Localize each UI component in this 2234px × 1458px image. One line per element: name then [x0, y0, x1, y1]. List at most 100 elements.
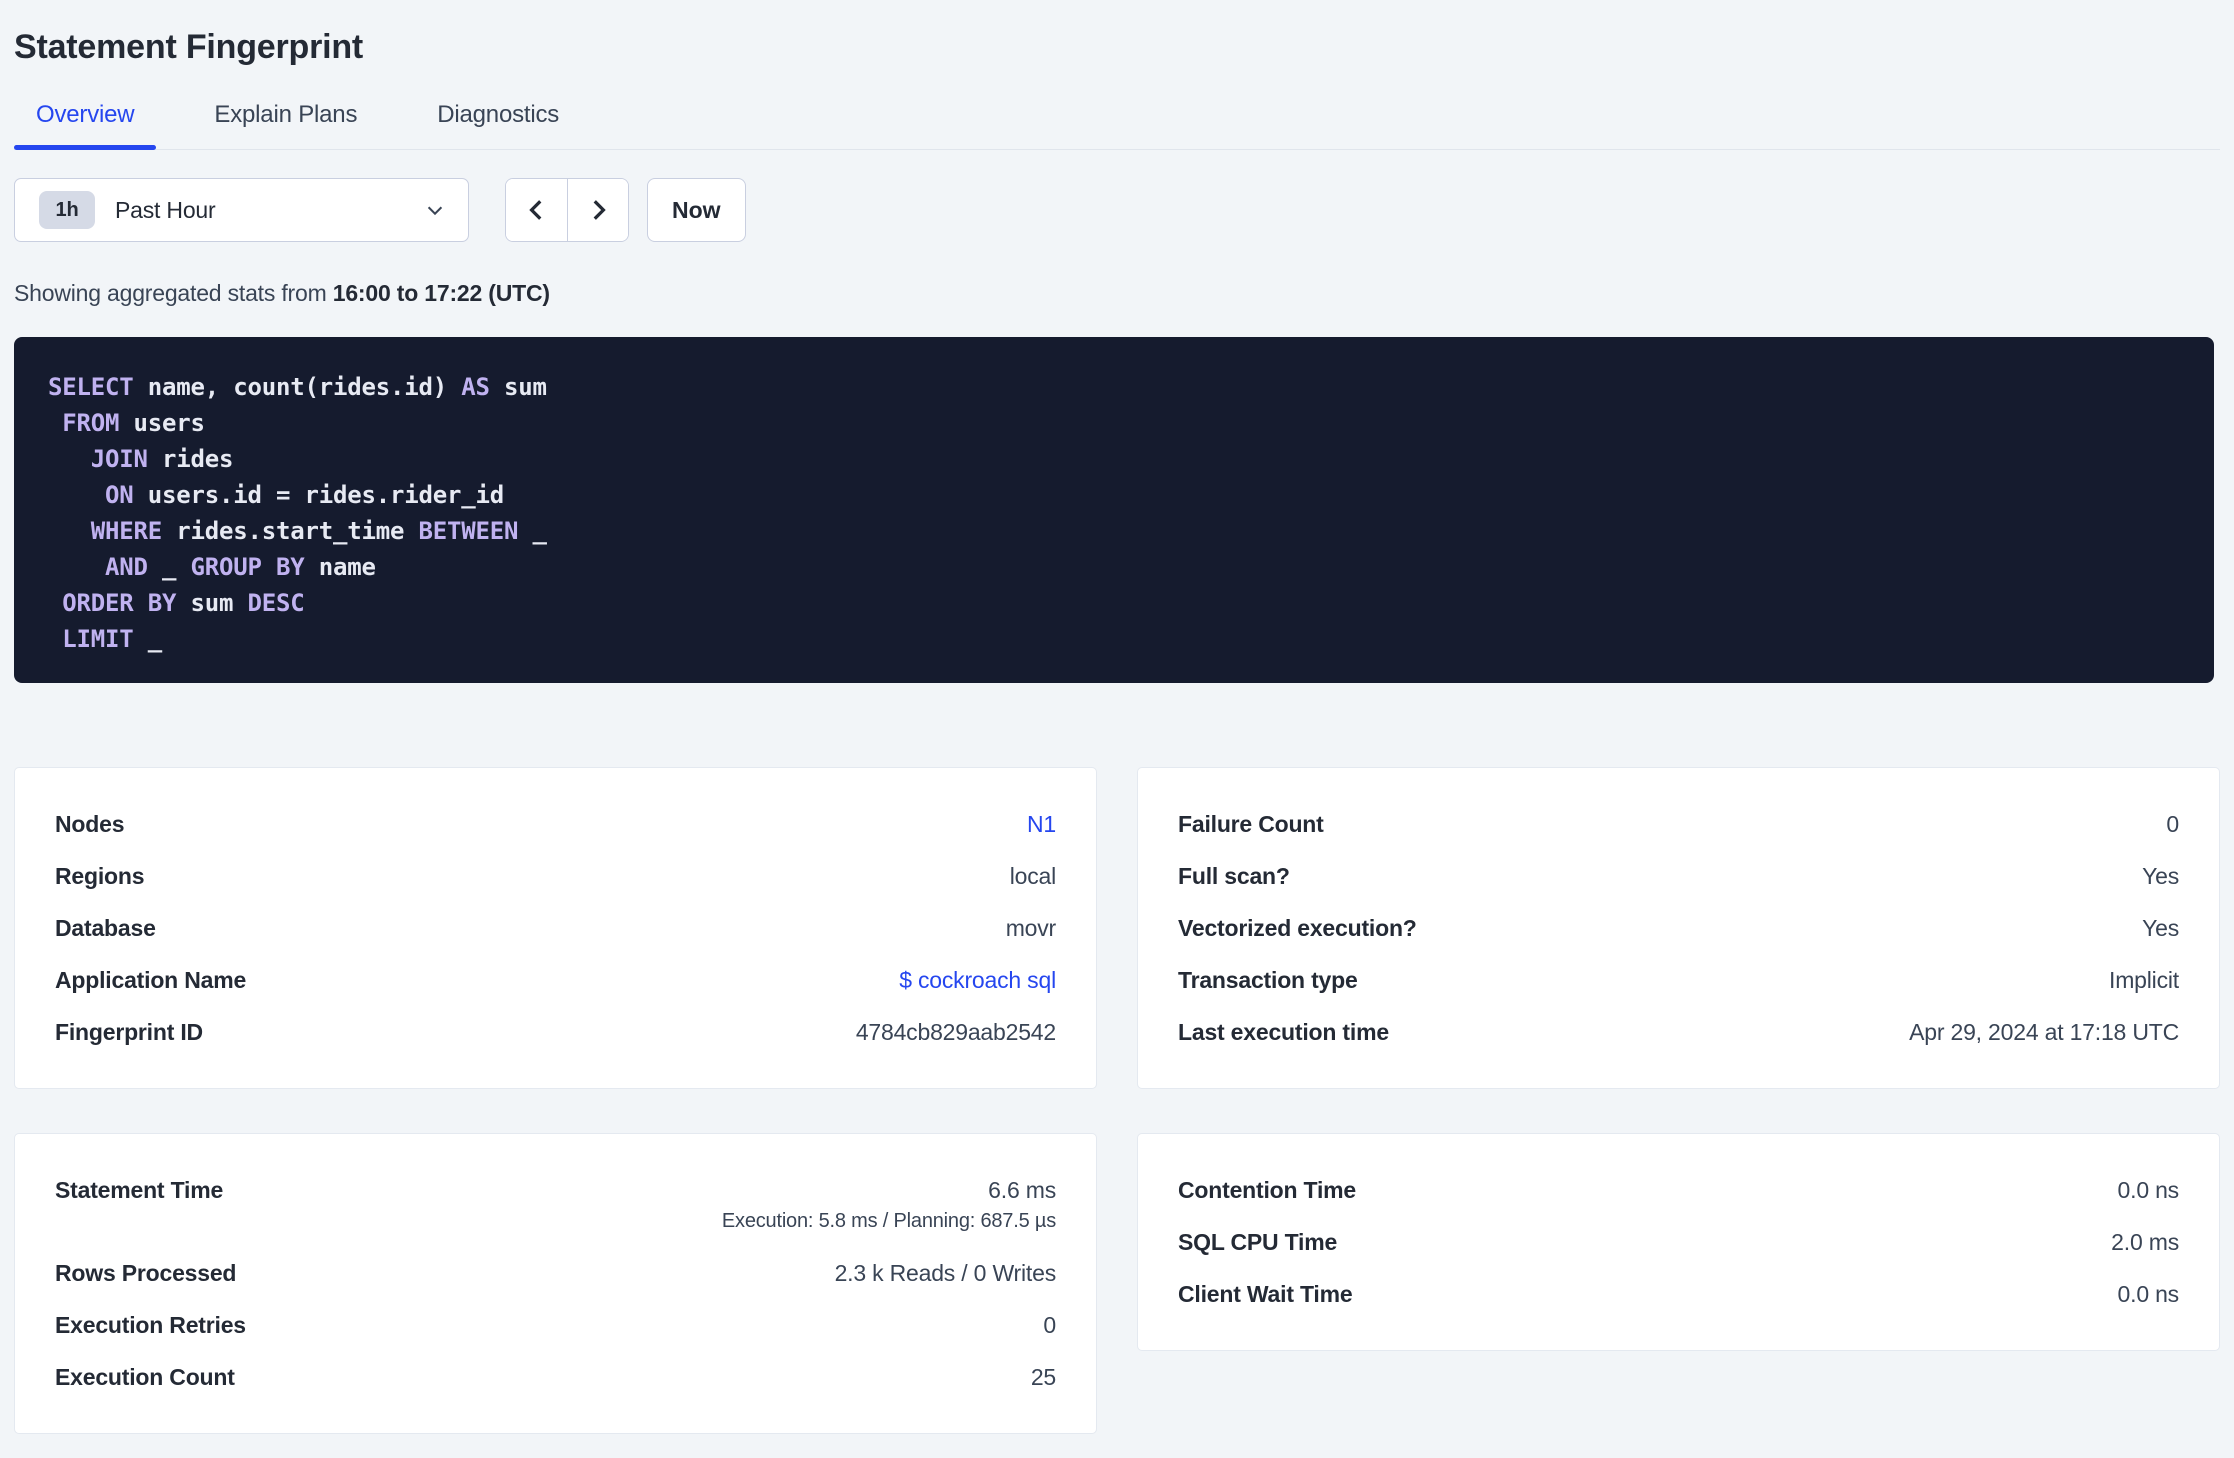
row-value: Apr 29, 2024 at 17:18 UTC — [1909, 1019, 2179, 1045]
previous-time-button[interactable] — [506, 179, 567, 241]
row-value-link[interactable]: $ cockroach sql — [899, 967, 1056, 993]
sql-keyword: DESC — [247, 589, 305, 617]
row-right: 6.6 ms Execution: 5.8 ms / Planning: 687.… — [722, 1177, 1056, 1234]
sql-text: rides — [147, 445, 234, 473]
row-label: Contention Time — [1178, 1177, 1357, 1203]
sql-keyword: AND — [105, 553, 148, 581]
sql-keyword: BY — [276, 553, 305, 581]
row-value: 2.0 ms — [2111, 1229, 2179, 1255]
next-time-button[interactable] — [567, 179, 628, 241]
tab-diagnostics[interactable]: Diagnostics — [415, 101, 581, 149]
card-row: Full scan? Yes — [1178, 850, 2179, 902]
aggregated-stats-range: 16:00 to 17:22 (UTC) — [332, 280, 550, 306]
sql-line: WHERE rides.start_time BETWEEN _ — [48, 513, 2180, 549]
statement-meta-card: Nodes N1 Regions local Database movr Applicati… — [14, 767, 1097, 1089]
row-right: 0.0 ns — [2118, 1177, 2180, 1203]
row-value: 6.6 ms — [988, 1177, 1056, 1203]
sql-text: sum — [489, 373, 547, 401]
sql-text: _ — [518, 517, 547, 545]
sql-keyword: BY — [147, 589, 177, 617]
card-row: Contention Time 0.0 ns — [1178, 1164, 2179, 1216]
sql-keyword: ORDER — [62, 589, 134, 617]
time-nav-group — [505, 178, 629, 242]
card-row: Application Name $ cockroach sql — [55, 954, 1056, 1006]
row-label: Execution Retries — [55, 1312, 246, 1338]
card-row: SQL CPU Time 2.0 ms — [1178, 1216, 2179, 1268]
sql-keyword: FROM — [62, 409, 120, 437]
row-label: Database — [55, 915, 156, 941]
statement-timing-card: Statement Time 6.6 ms Execution: 5.8 ms / … — [14, 1133, 1097, 1434]
page-title: Statement Fingerprint — [14, 28, 364, 66]
row-label: Full scan? — [1178, 863, 1290, 889]
aggregated-stats-prefix: Showing aggregated stats from — [14, 280, 333, 306]
summary-cards-grid: Nodes N1 Regions local Database movr Applicati… — [14, 767, 2220, 1434]
row-right: 2.3 k Reads / 0 Writes — [834, 1260, 1057, 1286]
card-row: Regions local — [55, 850, 1056, 902]
row-label: Application Name — [55, 967, 247, 993]
time-range-badge: 1h — [39, 191, 95, 229]
row-value-link[interactable]: N1 — [1027, 811, 1056, 837]
tab-explain-plans[interactable]: Explain Plans — [192, 101, 379, 149]
row-right: 0.0 ns — [2118, 1281, 2180, 1307]
sql-text: name, count(rides.id) — [133, 373, 462, 401]
sql-text: _ — [147, 553, 191, 581]
row-label: Statement Time — [55, 1177, 224, 1203]
row-right: Yes — [2142, 915, 2179, 941]
now-button[interactable]: Now — [647, 178, 746, 242]
row-value: local — [1009, 863, 1057, 889]
aggregated-stats-line: Showing aggregated stats from 16:00 to 1… — [14, 280, 2220, 307]
row-value: Implicit — [2109, 967, 2179, 993]
statement-fingerprint-page: Statement Fingerprint Overview Explain P… — [0, 0, 2234, 1458]
row-right: N1 — [1027, 811, 1056, 837]
row-label: Failure Count — [1178, 811, 1324, 837]
card-row: Transaction type Implicit — [1178, 954, 2179, 1006]
sql-keyword: BETWEEN — [418, 517, 519, 545]
card-row: Execution Count 25 — [55, 1351, 1056, 1403]
row-right: 4784cb829aab2542 — [856, 1019, 1056, 1045]
sql-text: users.id = rides.rider_id — [133, 481, 504, 509]
row-right: $ cockroach sql — [899, 967, 1056, 993]
sql-line: LIMIT _ — [48, 621, 2180, 657]
execution-attributes-card: Failure Count 0 Full scan? Yes Vectorized ex… — [1137, 767, 2220, 1089]
sql-keyword: LIMIT — [62, 625, 134, 653]
card-row: Statement Time 6.6 ms Execution: 5.8 ms / … — [55, 1164, 1056, 1247]
row-value: 25 — [1030, 1364, 1056, 1390]
row-label: Client Wait Time — [1178, 1281, 1353, 1307]
time-toolbar: 1h Past Hour Now — [14, 178, 2220, 242]
sql-text: _ — [133, 625, 162, 653]
card-row: Client Wait Time 0.0 ns — [1178, 1268, 2179, 1320]
card-row: Database movr — [55, 902, 1056, 954]
time-range-dropdown[interactable]: 1h Past Hour — [14, 178, 469, 242]
row-right: 2.0 ms — [2111, 1229, 2179, 1255]
sql-keyword: JOIN — [90, 445, 148, 473]
row-label: Nodes — [55, 811, 125, 837]
sql-line: ORDER BY sum DESC — [48, 585, 2180, 621]
sql-line: FROM users — [48, 405, 2180, 441]
sql-keyword: SELECT — [48, 373, 134, 401]
row-right: 25 — [1031, 1364, 1056, 1390]
sql-keyword: AS — [461, 373, 490, 401]
time-range-label: Past Hour — [115, 196, 216, 223]
sql-line: SELECT name, count(rides.id) AS sum — [48, 369, 2180, 405]
row-label: SQL CPU Time — [1178, 1229, 1338, 1255]
tab-overview[interactable]: Overview — [14, 101, 157, 150]
row-right: local — [1009, 863, 1057, 889]
caret-right-icon — [593, 200, 606, 220]
row-right: Implicit — [2109, 967, 2179, 993]
sql-text: sum — [176, 589, 248, 617]
card-row: Fingerprint ID 4784cb829aab2542 — [55, 1006, 1056, 1058]
row-right: Yes — [2142, 863, 2179, 889]
sql-line: AND _ GROUP BY name — [48, 549, 2180, 585]
row-label: Rows Processed — [55, 1260, 237, 1286]
sql-keyword: WHERE — [90, 517, 162, 545]
row-label: Vectorized execution? — [1178, 915, 1417, 941]
row-value: 2.3 k Reads / 0 Writes — [834, 1260, 1057, 1286]
